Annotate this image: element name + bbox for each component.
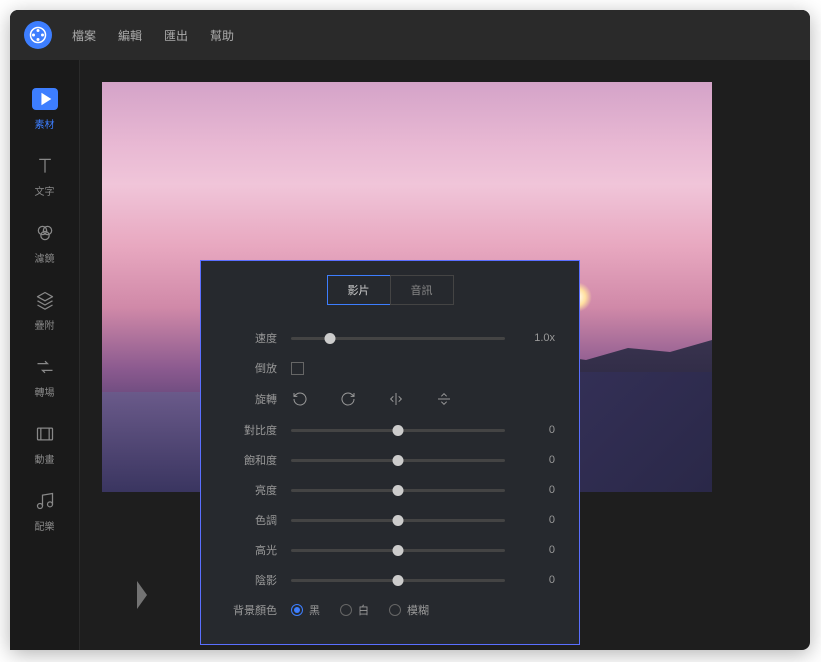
radio-bgcolor-blur[interactable]: 模糊 <box>389 602 429 618</box>
sidebar-item-text[interactable]: 文字 <box>10 143 79 210</box>
radio-bgcolor-white[interactable]: 白 <box>340 602 369 618</box>
menu-file[interactable]: 檔案 <box>72 27 96 44</box>
slider-highlight[interactable] <box>291 549 505 552</box>
row-contrast: 對比度 0 <box>201 415 579 445</box>
label-rotate: 旋轉 <box>225 391 277 407</box>
row-bgcolor: 背景顏色 黑 白 模糊 <box>201 595 579 625</box>
label-reverse: 倒放 <box>225 360 277 376</box>
music-icon <box>35 491 55 511</box>
app-logo <box>24 21 52 49</box>
rotate-ccw-button[interactable] <box>291 390 309 408</box>
value-contrast: 0 <box>519 424 555 436</box>
slider-hue[interactable] <box>291 519 505 522</box>
slider-speed[interactable] <box>291 337 505 340</box>
rotate-cw-button[interactable] <box>339 390 357 408</box>
sidebar-label: 疊附 <box>35 317 55 332</box>
sidebar-label: 素材 <box>35 116 55 131</box>
rotate-cw-icon <box>340 391 356 407</box>
slider-shadow[interactable] <box>291 579 505 582</box>
animation-icon <box>35 424 55 444</box>
titlebar: 檔案 編輯 匯出 幫助 <box>10 10 810 60</box>
menu-export[interactable]: 匯出 <box>164 27 188 44</box>
sidebar-label: 配樂 <box>35 518 55 533</box>
sidebar-label: 文字 <box>35 183 55 198</box>
row-brightness: 亮度 0 <box>201 475 579 505</box>
row-shadow: 陰影 0 <box>201 565 579 595</box>
slider-contrast[interactable] <box>291 429 505 432</box>
checkbox-reverse[interactable] <box>291 362 304 375</box>
transition-icon <box>35 357 55 377</box>
text-icon <box>35 156 55 176</box>
tab-video[interactable]: 影片 <box>327 275 390 305</box>
row-rotate: 旋轉 <box>201 383 579 415</box>
value-saturation: 0 <box>519 454 555 466</box>
row-hue: 色調 0 <box>201 505 579 535</box>
sidebar-item-transition[interactable]: 轉場 <box>10 344 79 411</box>
video-properties-panel: 影片 音訊 速度 1.0x 倒放 旋轉 對比度 0 飽和度 0 亮度 0 色調 <box>200 260 580 645</box>
sidebar-item-filter[interactable]: 濾鏡 <box>10 210 79 277</box>
row-speed: 速度 1.0x <box>201 323 579 353</box>
sidebar-item-animation[interactable]: 動畫 <box>10 411 79 478</box>
row-saturation: 飽和度 0 <box>201 445 579 475</box>
rotate-ccw-icon <box>292 391 308 407</box>
flip-vertical-button[interactable] <box>435 390 453 408</box>
layers-icon <box>35 290 55 310</box>
sidebar-item-music[interactable]: 配樂 <box>10 478 79 545</box>
label-shadow: 陰影 <box>225 572 277 588</box>
row-highlight: 高光 0 <box>201 535 579 565</box>
label-speed: 速度 <box>225 330 277 346</box>
sidebar-label: 動畫 <box>35 451 55 466</box>
sidebar-label: 轉場 <box>35 384 55 399</box>
value-brightness: 0 <box>519 484 555 496</box>
label-brightness: 亮度 <box>225 482 277 498</box>
slider-saturation[interactable] <box>291 459 505 462</box>
tab-audio[interactable]: 音訊 <box>390 275 454 305</box>
flip-horizontal-button[interactable] <box>387 390 405 408</box>
label-contrast: 對比度 <box>225 422 277 438</box>
label-bgcolor: 背景顏色 <box>225 602 277 618</box>
flip-v-icon <box>436 391 452 407</box>
slider-brightness[interactable] <box>291 489 505 492</box>
label-highlight: 高光 <box>225 542 277 558</box>
menu-help[interactable]: 幫助 <box>210 27 234 44</box>
label-hue: 色調 <box>225 512 277 528</box>
filter-icon <box>35 223 55 243</box>
sidebar-item-overlay[interactable]: 疊附 <box>10 277 79 344</box>
menu-edit[interactable]: 編輯 <box>118 27 142 44</box>
sidebar-item-media[interactable]: 素材 <box>10 76 79 143</box>
sidebar-label: 濾鏡 <box>35 250 55 265</box>
play-button[interactable] <box>137 581 147 609</box>
row-reverse: 倒放 <box>201 353 579 383</box>
value-hue: 0 <box>519 514 555 526</box>
film-reel-icon <box>29 26 47 44</box>
label-saturation: 飽和度 <box>225 452 277 468</box>
sidebar: 素材 文字 濾鏡 疊附 轉場 動畫 <box>10 60 80 650</box>
value-shadow: 0 <box>519 574 555 586</box>
radio-bgcolor-black[interactable]: 黑 <box>291 602 320 618</box>
play-icon <box>36 89 54 109</box>
value-speed: 1.0x <box>519 332 555 344</box>
main-menu: 檔案 編輯 匯出 幫助 <box>72 27 234 44</box>
value-highlight: 0 <box>519 544 555 556</box>
panel-tabs: 影片 音訊 <box>201 275 579 305</box>
flip-h-icon <box>388 391 404 407</box>
